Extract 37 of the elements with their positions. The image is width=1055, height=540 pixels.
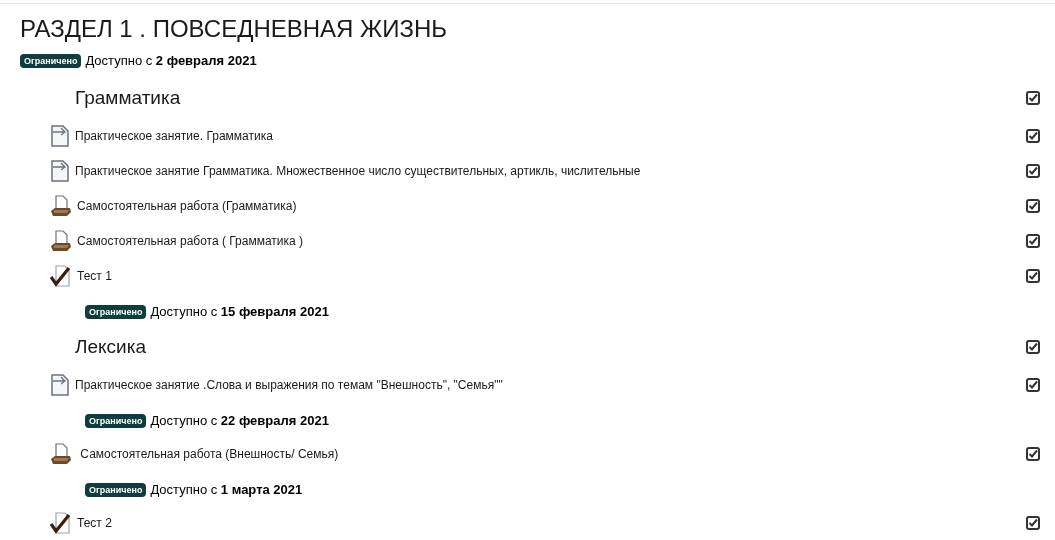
activity-link[interactable]: Тест 1	[77, 266, 112, 285]
completion-checkbox-checked[interactable]	[1026, 446, 1040, 461]
checkmark-document-icon	[50, 264, 72, 287]
document-tray-icon	[50, 442, 72, 465]
restricted-badge: Ограничено	[85, 483, 147, 497]
availability-text: Доступно с 1 марта 2021	[150, 481, 303, 500]
page-icon	[50, 159, 70, 182]
completion-checkbox-checked[interactable]	[1026, 377, 1040, 392]
document-tray-icon	[50, 229, 72, 252]
completion-checkbox-checked[interactable]	[1026, 91, 1040, 105]
availability-text: Доступно с 22 февраля 2021	[150, 412, 329, 431]
completion-checkbox-checked[interactable]	[1026, 198, 1040, 213]
activity-link[interactable]: Практическое занятие Грамматика. Множественное число существительных, артикль, числительные	[75, 161, 641, 180]
restricted-badge: Ограничено	[20, 54, 82, 68]
activity-link[interactable]: Самостоятельная работа ( Грамматика )	[77, 231, 304, 250]
subsection-heading: Лексика	[74, 334, 146, 359]
restricted-badge: Ограничено	[85, 305, 147, 319]
activity-link[interactable]: Практическое занятие .Слова и выражения по темам "Внешность", "Семья""	[75, 375, 503, 394]
activity-link[interactable]: Самостоятельная работа (Грамматика)	[77, 196, 297, 215]
completion-checkbox-checked[interactable]	[1026, 340, 1040, 354]
completion-checkbox-checked[interactable]	[1026, 268, 1040, 283]
document-tray-icon	[50, 194, 72, 217]
completion-checkbox-checked[interactable]	[1026, 163, 1040, 178]
availability-text: Доступно с 2 февраля 2021	[85, 52, 257, 71]
page-icon	[50, 124, 70, 147]
completion-checkbox-checked[interactable]	[1026, 128, 1040, 143]
checkmark-document-icon	[50, 511, 72, 534]
activity-link[interactable]: Практическое занятие. Грамматика	[75, 126, 273, 145]
availability-text: Доступно с 15 февраля 2021	[150, 303, 329, 322]
activity-link[interactable]: Тест 2	[77, 513, 112, 532]
completion-checkbox-checked[interactable]	[1026, 515, 1040, 530]
section-title: РАЗДЕЛ 1 . ПОВСЕДНЕВНАЯ ЖИЗНЬ	[20, 14, 449, 44]
restricted-badge: Ограничено	[85, 414, 147, 428]
completion-checkbox-checked[interactable]	[1026, 233, 1040, 248]
subsection-heading: Грамматика	[74, 85, 181, 110]
activity-link[interactable]: Самостоятельная работа (Внешность/ Семья)	[77, 444, 339, 463]
page-icon	[50, 373, 70, 396]
